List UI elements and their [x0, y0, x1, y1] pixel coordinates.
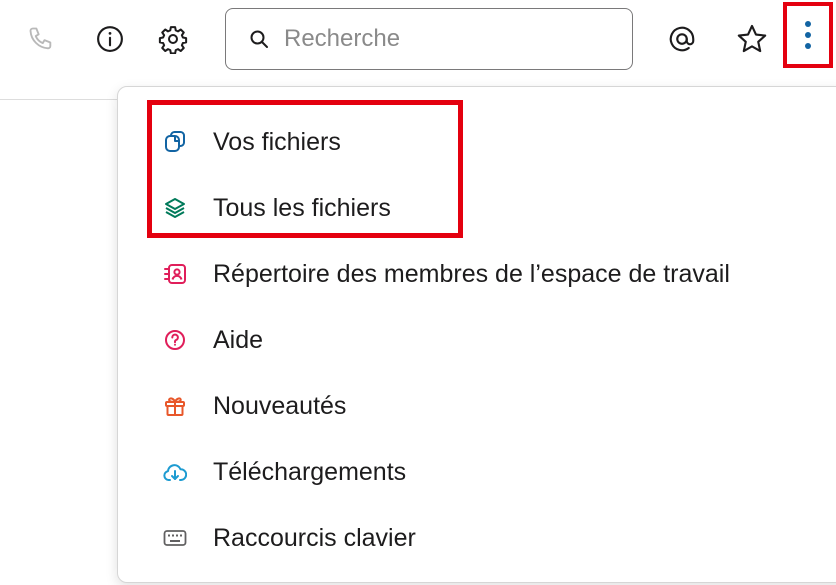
gear-icon[interactable] [156, 22, 190, 56]
menu-item-your-files[interactable]: Vos fichiers [118, 119, 836, 165]
gift-icon [163, 394, 187, 418]
more-vertical-icon [805, 21, 811, 49]
search-icon [248, 28, 270, 50]
menu-item-help[interactable]: Aide [118, 317, 836, 363]
at-icon[interactable] [665, 22, 699, 56]
menu-item-all-files[interactable]: Tous les fichiers [118, 185, 836, 231]
download-cloud-icon [163, 460, 187, 484]
member-directory-icon [163, 262, 187, 286]
search-placeholder: Recherche [284, 25, 401, 52]
menu-item-label: Nouveautés [213, 392, 347, 420]
more-button[interactable] [783, 2, 833, 68]
menu-item-label: Raccourcis clavier [213, 524, 416, 552]
toolbar: Recherche [0, 0, 836, 82]
menu-item-whats-new[interactable]: Nouveautés [118, 383, 836, 429]
search-input[interactable]: Recherche [225, 8, 633, 70]
star-icon[interactable] [735, 22, 769, 56]
menu-item-label: Répertoire des membres de l’espace de tr… [213, 260, 730, 288]
menu-item-downloads[interactable]: Téléchargements [118, 449, 836, 495]
help-icon [163, 328, 187, 352]
keyboard-icon [163, 526, 187, 550]
files-icon [163, 130, 187, 154]
menu-item-keyboard-shortcuts[interactable]: Raccourcis clavier [118, 515, 836, 561]
more-menu: Vos fichiers Tous les fichiers Répertoir… [117, 86, 836, 583]
menu-item-label: Vos fichiers [213, 128, 341, 156]
info-icon[interactable] [93, 22, 127, 56]
menu-item-member-directory[interactable]: Répertoire des membres de l’espace de tr… [118, 251, 836, 297]
menu-item-label: Aide [213, 326, 264, 354]
menu-item-label: Téléchargements [213, 458, 407, 486]
layers-icon [163, 196, 187, 220]
menu-item-label: Tous les fichiers [213, 194, 391, 222]
phone-icon[interactable] [24, 22, 58, 56]
divider [0, 99, 118, 100]
